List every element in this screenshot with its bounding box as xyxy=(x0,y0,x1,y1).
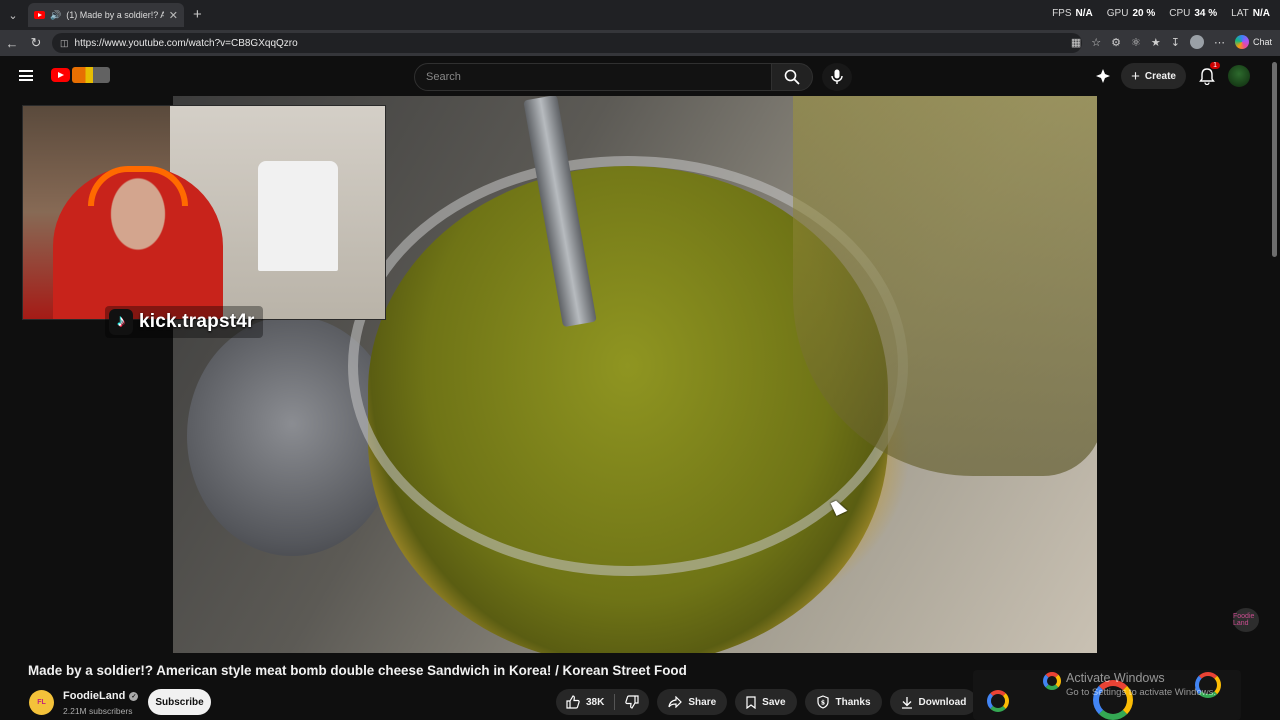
copilot-icon xyxy=(1234,35,1249,49)
bell-icon xyxy=(1199,67,1215,85)
create-button[interactable]: + Create xyxy=(1121,63,1186,89)
share-label: Share xyxy=(688,696,717,708)
scrollbar-thumb[interactable] xyxy=(1272,62,1277,257)
microphone-icon xyxy=(831,69,843,84)
new-tab-icon[interactable]: + xyxy=(193,6,202,23)
menu-icon[interactable] xyxy=(19,70,33,81)
search-input[interactable]: Search xyxy=(414,63,772,91)
browser-tab-bar: ⌄ 🔊 (1) Made by a soldier!? Americ ✕ + F… xyxy=(0,0,1280,30)
youtube-favicon-icon xyxy=(34,11,45,19)
thanks-button[interactable]: $ Thanks xyxy=(804,689,882,715)
tab-list-chevron-icon[interactable]: ⌄ xyxy=(0,0,26,30)
thanks-label: Thanks xyxy=(835,696,871,708)
subscriber-count: 2.21M subscribers xyxy=(63,706,133,716)
site-info-icon[interactable]: ◫ xyxy=(60,38,69,49)
stat-gpu: GPU 20 % xyxy=(1106,8,1156,19)
copilot-chat-button[interactable]: Chat xyxy=(1234,35,1272,49)
download-label: Download xyxy=(918,696,967,708)
download-button[interactable]: Download xyxy=(889,689,978,715)
performance-overlay: FPS N/A GPU 20 % CPU 34 % LAT N/A xyxy=(1052,8,1270,19)
search-button[interactable] xyxy=(771,63,813,91)
stream-handle-text: kick.trapst4r xyxy=(139,311,255,332)
channel-name-row[interactable]: FoodieLand ✓ xyxy=(63,690,139,702)
activate-windows-title: Activate Windows xyxy=(1066,671,1165,685)
voice-search-button[interactable] xyxy=(822,63,852,91)
stream-handle-overlay: ♪ kick.trapst4r xyxy=(105,306,263,338)
channel-name[interactable]: FoodieLand xyxy=(63,690,125,702)
browser-tab-active[interactable]: 🔊 (1) Made by a soldier!? Americ ✕ xyxy=(28,3,184,27)
thumbs-up-icon xyxy=(566,695,580,709)
tab-title: (1) Made by a soldier!? Americ xyxy=(66,10,164,20)
google-logo-icon xyxy=(987,690,1009,712)
save-label: Save xyxy=(762,696,786,708)
speaker-icon[interactable]: 🔊 xyxy=(50,10,61,21)
browser-extension-icon[interactable]: ⚛ xyxy=(1131,36,1141,49)
browser-toolbar-actions: ▦ ☆ ⚙ ⚛ ★ ↧ ⋯ Chat xyxy=(1071,35,1272,49)
stat-fps: FPS N/A xyxy=(1052,8,1093,19)
video-actions: 38K Share Save $ Thanks Download ••• xyxy=(556,689,1012,715)
bookmark-icon xyxy=(746,695,756,709)
search-icon xyxy=(784,69,800,85)
account-avatar[interactable] xyxy=(1228,65,1250,87)
settings-more-icon[interactable]: ⋯ xyxy=(1214,36,1225,49)
page-scrollbar[interactable] xyxy=(1270,60,1278,720)
like-dislike-group: 38K xyxy=(556,689,650,715)
chat-label: Chat xyxy=(1252,37,1272,47)
create-label: Create xyxy=(1144,70,1176,82)
ai-sparkle-icon[interactable] xyxy=(1095,68,1111,84)
app-available-icon[interactable]: ▦ xyxy=(1071,36,1081,49)
stat-cpu: CPU 34 % xyxy=(1169,8,1218,19)
subscribe-button[interactable]: Subscribe xyxy=(148,689,211,715)
activate-windows-subtitle: Go to Settings to activate Windows. xyxy=(1066,687,1216,698)
like-count: 38K xyxy=(586,696,605,708)
url-text: https://www.youtube.com/watch?v=CB8GXqqQ… xyxy=(74,37,298,49)
favorites-icon[interactable]: ★ xyxy=(1151,36,1161,49)
downloads-icon[interactable]: ↧ xyxy=(1171,36,1180,49)
header-right-actions: + Create 1 xyxy=(1095,62,1250,89)
video-title: Made by a soldier!? American style meat … xyxy=(28,663,687,678)
share-button[interactable]: Share xyxy=(657,689,728,715)
verified-badge-icon: ✓ xyxy=(129,691,139,701)
share-icon xyxy=(668,696,683,708)
reload-icon[interactable]: ↻ xyxy=(24,35,48,51)
like-button[interactable]: 38K xyxy=(556,689,614,715)
super-thanks-icon: $ xyxy=(816,695,829,709)
notifications-button[interactable]: 1 xyxy=(1196,62,1220,87)
download-icon xyxy=(901,696,912,709)
close-tab-icon[interactable]: ✕ xyxy=(169,9,178,22)
webcam-poster-shirt xyxy=(258,161,338,271)
channel-avatar[interactable]: FL xyxy=(29,690,54,715)
back-arrow-icon[interactable]: ← xyxy=(0,36,24,51)
youtube-header: Search + Create 1 xyxy=(0,56,1280,96)
thumbs-down-icon xyxy=(625,695,639,709)
dislike-button[interactable] xyxy=(615,689,649,715)
youtube-doodle-logo[interactable] xyxy=(72,67,110,83)
google-logo-icon xyxy=(1043,672,1061,690)
profile-avatar[interactable] xyxy=(1189,35,1204,49)
youtube-logo-icon[interactable] xyxy=(51,68,70,82)
save-button[interactable]: Save xyxy=(735,689,797,715)
plus-icon: + xyxy=(1131,67,1140,85)
windows-activation-watermark: Activate Windows Go to Settings to activ… xyxy=(1066,671,1216,698)
svg-text:$: $ xyxy=(820,700,824,707)
favorite-star-icon[interactable]: ☆ xyxy=(1091,36,1101,49)
browser-address-bar: ← ↻ ◫ https://www.youtube.com/watch?v=CB… xyxy=(0,30,1280,56)
extensions-icon[interactable]: ⚙ xyxy=(1111,36,1121,49)
url-field[interactable]: ◫ https://www.youtube.com/watch?v=CB8GXq… xyxy=(52,33,1082,53)
tiktok-icon: ♪ xyxy=(109,309,133,335)
notification-badge: 1 xyxy=(1210,62,1220,69)
stat-lat: LAT N/A xyxy=(1231,8,1270,19)
streamer-webcam xyxy=(22,105,386,320)
channel-watermark[interactable]: Foodie Land xyxy=(1233,608,1259,632)
